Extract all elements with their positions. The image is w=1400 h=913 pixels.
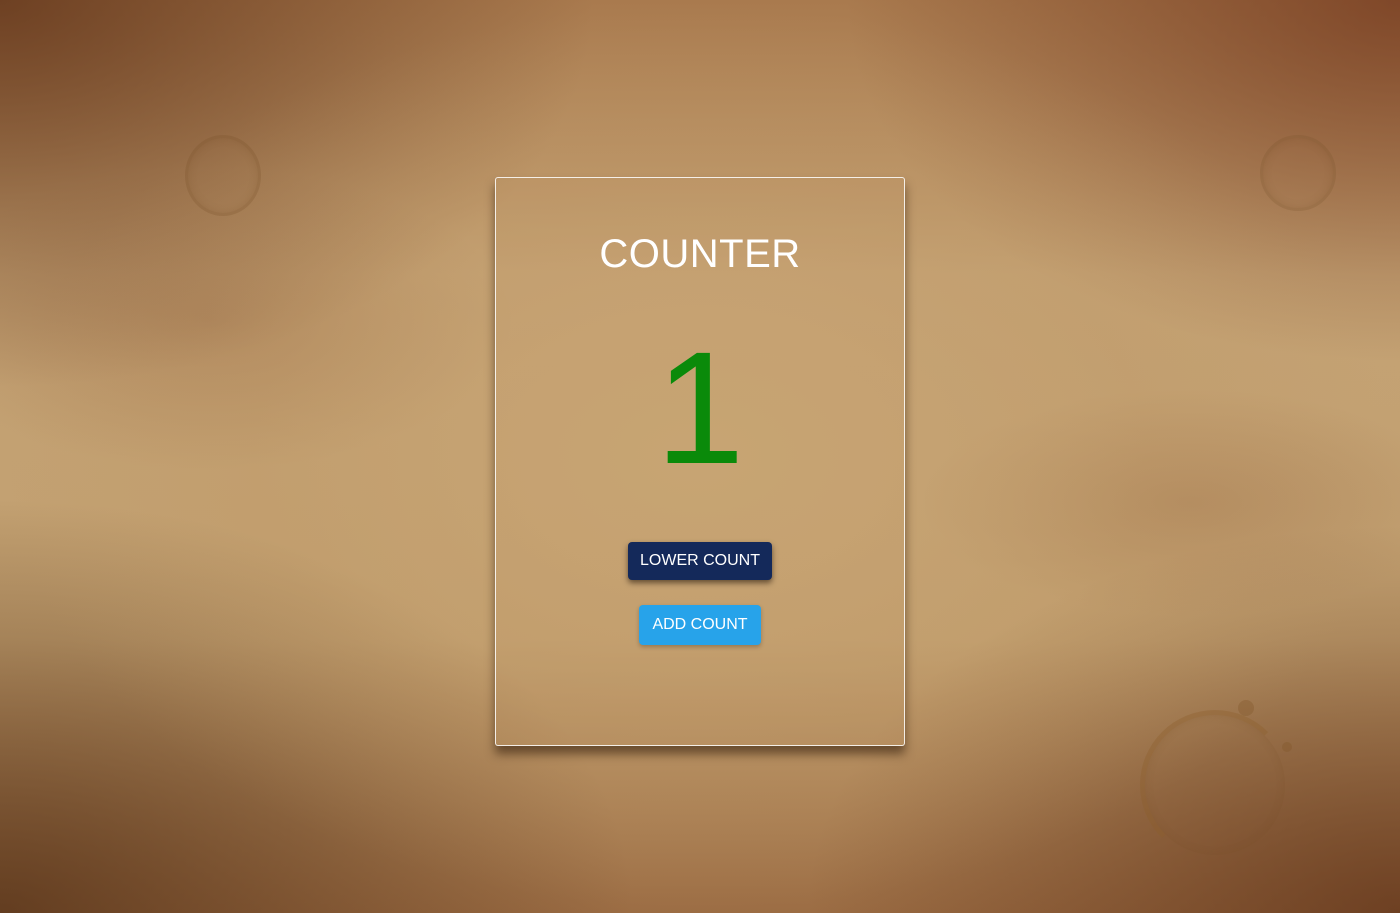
counter-value: 1 [655,318,745,497]
stain-drop-decoration [1282,742,1292,752]
lower-count-button[interactable]: LOWER COUNT [628,542,772,580]
coffee-stain-decoration [1140,710,1290,860]
counter-card: COUNTER 1 LOWER COUNT ADD COUNT [495,177,905,746]
stain-drop-decoration [1238,700,1254,716]
add-count-button[interactable]: ADD COUNT [639,605,761,645]
counter-title: COUNTER [599,232,801,276]
coffee-stain-decoration [1260,135,1336,211]
coffee-stain-decoration [185,135,261,216]
